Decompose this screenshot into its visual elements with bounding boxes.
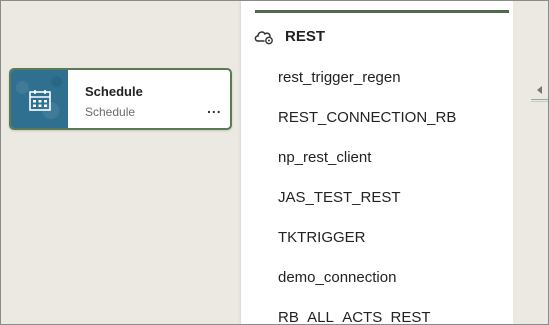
integration-canvas: Schedule Schedule ... REST rest_trigger_… [0, 0, 549, 325]
schedule-trigger-tile[interactable]: Schedule Schedule ... [9, 68, 232, 130]
tile-title: Schedule [85, 84, 143, 99]
divider [531, 101, 548, 102]
canvas-right [513, 1, 548, 324]
tile-subtitle: Schedule [85, 105, 136, 119]
list-item[interactable]: JAS_TEST_REST [278, 178, 456, 218]
calendar-icon [29, 90, 51, 111]
collapse-arrow-icon[interactable] [537, 86, 542, 94]
cloud-adapter-icon [254, 31, 273, 45]
connection-list: rest_trigger_regen REST_CONNECTION_RB np… [278, 58, 456, 324]
divider [531, 99, 548, 100]
panel-title: REST [285, 27, 326, 45]
list-item[interactable]: demo_connection [278, 258, 456, 298]
list-item[interactable]: rest_trigger_regen [278, 58, 456, 98]
panel-header: REST [253, 26, 325, 46]
list-item[interactable]: RB_ALL_ACTS_REST [278, 298, 456, 324]
tile-icon-box [11, 70, 68, 128]
panel-accent-bar [255, 10, 509, 13]
more-actions-button[interactable]: ... [207, 101, 222, 115]
list-item[interactable]: REST_CONNECTION_RB [278, 98, 456, 138]
adapter-dropdown-panel: REST rest_trigger_regen REST_CONNECTION_… [241, 1, 513, 324]
list-item[interactable]: TKTRIGGER [278, 218, 456, 258]
list-item[interactable]: np_rest_client [278, 138, 456, 178]
canvas-left: Schedule Schedule ... [1, 1, 241, 324]
